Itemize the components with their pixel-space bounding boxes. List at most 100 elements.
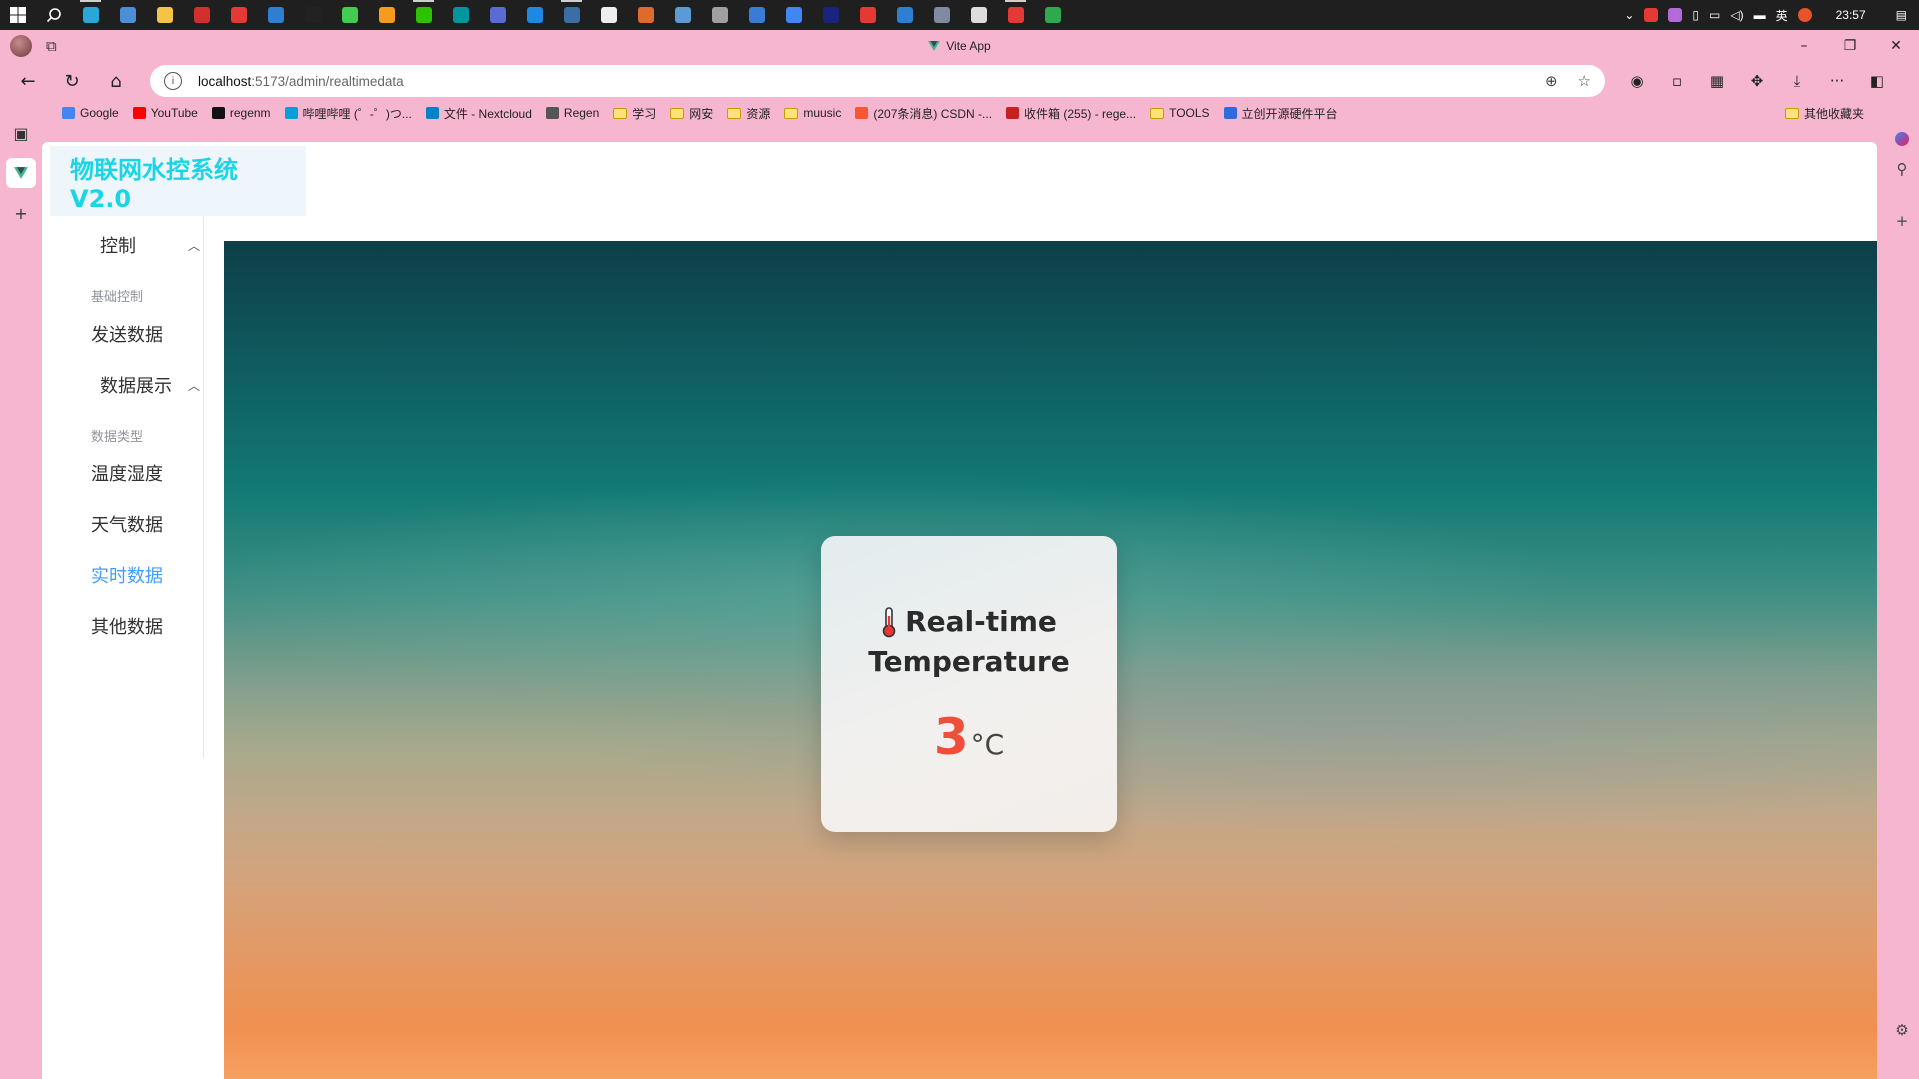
- home-button[interactable]: ⌂: [100, 65, 132, 97]
- extensions-icon[interactable]: ✥: [1747, 71, 1767, 91]
- bookmark-item[interactable]: 文件 - Nextcloud: [425, 105, 532, 122]
- close-button[interactable]: ✕: [1873, 30, 1919, 62]
- battery-icon[interactable]: ▬: [1754, 8, 1766, 22]
- profile-avatar[interactable]: [10, 35, 32, 57]
- menu-subtitle-basic-control: 基础控制: [91, 290, 144, 305]
- bookmark-item[interactable]: 学习: [613, 105, 656, 122]
- more-menu-icon[interactable]: ···: [1827, 71, 1847, 91]
- bookmark-item[interactable]: Google: [62, 106, 119, 120]
- bookmark-item[interactable]: TOOLS: [1150, 106, 1210, 120]
- taskbar-app-app-circle[interactable]: [775, 0, 812, 30]
- taskbar-app-monitor[interactable]: [109, 0, 146, 30]
- taskbar-app-vscode2[interactable]: [886, 0, 923, 30]
- taskbar-app-netease[interactable]: [849, 0, 886, 30]
- windows-logo-icon: [10, 7, 26, 23]
- workspaces-icon[interactable]: ⧉: [46, 37, 57, 55]
- taskbar-app-remote[interactable]: [664, 0, 701, 30]
- taskbar-app-vscode[interactable]: [257, 0, 294, 30]
- restore-button[interactable]: ❐: [1827, 30, 1873, 62]
- extension-mask-icon[interactable]: ◉: [1627, 71, 1647, 91]
- tray-app-icon[interactable]: [1644, 8, 1659, 22]
- menu-item-temp-humidity[interactable]: 温度湿度: [91, 460, 163, 486]
- taskbar-app-app-green[interactable]: [1034, 0, 1071, 30]
- address-bar[interactable]: i localhost:5173/admin/realtimedata ⊕ ☆: [150, 65, 1605, 97]
- menu-group-label: 控制: [100, 236, 136, 257]
- new-tab-icon[interactable]: +: [6, 198, 36, 228]
- extension-gray-icon[interactable]: ▫: [1667, 71, 1687, 91]
- downloads-icon[interactable]: ⤓: [1787, 71, 1807, 91]
- notification-icon[interactable]: ▤: [1896, 8, 1907, 22]
- bookmark-item[interactable]: 立创开源硬件平台: [1223, 105, 1338, 122]
- tab-actions-icon[interactable]: ▣: [6, 118, 36, 148]
- volume-icon[interactable]: ◁): [1730, 8, 1743, 22]
- menu-group-control[interactable]: 控制 ︿: [100, 232, 200, 258]
- arrow-left-icon: ←: [20, 70, 36, 92]
- chevron-up-icon: ︿: [187, 378, 200, 393]
- qr-code-icon[interactable]: ▦: [1707, 71, 1727, 91]
- taskbar-app-app-window[interactable]: [960, 0, 997, 30]
- bookmark-item[interactable]: Regen: [545, 106, 599, 120]
- search-icon: [46, 8, 61, 23]
- refresh-button[interactable]: ↻: [56, 65, 88, 97]
- menu-item-realtime[interactable]: 实时数据: [91, 562, 163, 588]
- taskbar-app-xmind[interactable]: [220, 0, 257, 30]
- bookmark-item[interactable]: YouTube: [132, 106, 198, 120]
- bookmark-item[interactable]: muusic: [784, 106, 841, 120]
- back-button[interactable]: ←: [12, 65, 44, 97]
- usb-icon[interactable]: ▯: [1692, 8, 1699, 22]
- taskbar-app-app-dark[interactable]: [812, 0, 849, 30]
- copilot-icon[interactable]: [1885, 124, 1919, 154]
- menu-group-data-display[interactable]: 数据展示 ︿: [100, 372, 200, 398]
- other-bookmarks[interactable]: 其他收藏夹: [1784, 100, 1864, 126]
- taskbar-app-wps[interactable]: [183, 0, 220, 30]
- taskbar-app-mx[interactable]: [738, 0, 775, 30]
- taskbar-app-app-book[interactable]: [701, 0, 738, 30]
- menu-group-label: 数据展示: [100, 376, 172, 397]
- ime-indicator[interactable]: 英: [1776, 7, 1788, 24]
- search-icon[interactable]: ⚲: [1885, 154, 1919, 184]
- bookmark-item[interactable]: regenm: [211, 106, 271, 120]
- bookmark-item[interactable]: 哔哩哔哩 (゜-゜)つ...: [284, 105, 412, 122]
- chevron-up-icon[interactable]: ⌄: [1624, 8, 1634, 22]
- minimize-button[interactable]: –: [1781, 30, 1827, 62]
- tray-pen-icon[interactable]: [1668, 8, 1683, 22]
- add-sidebar-app-icon[interactable]: +: [1885, 206, 1919, 236]
- taskbar-app-app-orange[interactable]: [368, 0, 405, 30]
- menu-item-other[interactable]: 其他数据: [91, 613, 163, 639]
- taskbar-app-app-img[interactable]: [923, 0, 960, 30]
- sidebar-toggle-icon[interactable]: ◧: [1867, 71, 1887, 91]
- bookmark-item[interactable]: 收件箱 (255) - rege...: [1006, 105, 1136, 122]
- menu-item-send-data[interactable]: 发送数据: [91, 321, 163, 347]
- taskbar-app-steam[interactable]: [553, 0, 590, 30]
- taskbar-app-arduino[interactable]: [442, 0, 479, 30]
- bookmark-item[interactable]: (207条消息) CSDN -...: [855, 105, 992, 122]
- taskbar-app-explorer[interactable]: [146, 0, 183, 30]
- taskbar-app-xmind2[interactable]: [997, 0, 1034, 30]
- taskbar-app-typora[interactable]: [590, 0, 627, 30]
- settings-icon[interactable]: ⚙: [1885, 1015, 1919, 1045]
- taskbar-app-edge[interactable]: [72, 0, 109, 30]
- zoom-icon[interactable]: ⊕: [1545, 72, 1558, 90]
- network-icon[interactable]: ▭: [1709, 8, 1720, 22]
- taskbar-app-fox[interactable]: [627, 0, 664, 30]
- info-icon[interactable]: i: [164, 72, 182, 90]
- refresh-icon: ↻: [64, 70, 80, 92]
- bookmark-label: muusic: [803, 106, 842, 120]
- taskbar-app-jetbrains[interactable]: [294, 0, 331, 30]
- menu-item-weather[interactable]: 天气数据: [91, 511, 163, 537]
- site-favicon-icon: [62, 107, 75, 119]
- bookmark-item[interactable]: 资源: [727, 105, 770, 122]
- taskbar-app-wechat[interactable]: [405, 0, 442, 30]
- sogou-icon[interactable]: [1797, 8, 1812, 22]
- app-circle-icon: [785, 7, 802, 23]
- favorite-star-icon[interactable]: ☆: [1578, 72, 1591, 90]
- taskbar-app-qt[interactable]: [331, 0, 368, 30]
- start-button[interactable]: [0, 0, 36, 30]
- vue-tab[interactable]: [6, 158, 36, 188]
- clock[interactable]: 23:57: [1836, 8, 1866, 22]
- taskbar-app-app-blue[interactable]: [516, 0, 553, 30]
- bookmark-label: regenm: [229, 106, 271, 120]
- taskbar-app-virtualbox[interactable]: [479, 0, 516, 30]
- taskbar-search-button[interactable]: [36, 0, 72, 30]
- bookmark-item[interactable]: 网安: [670, 105, 713, 122]
